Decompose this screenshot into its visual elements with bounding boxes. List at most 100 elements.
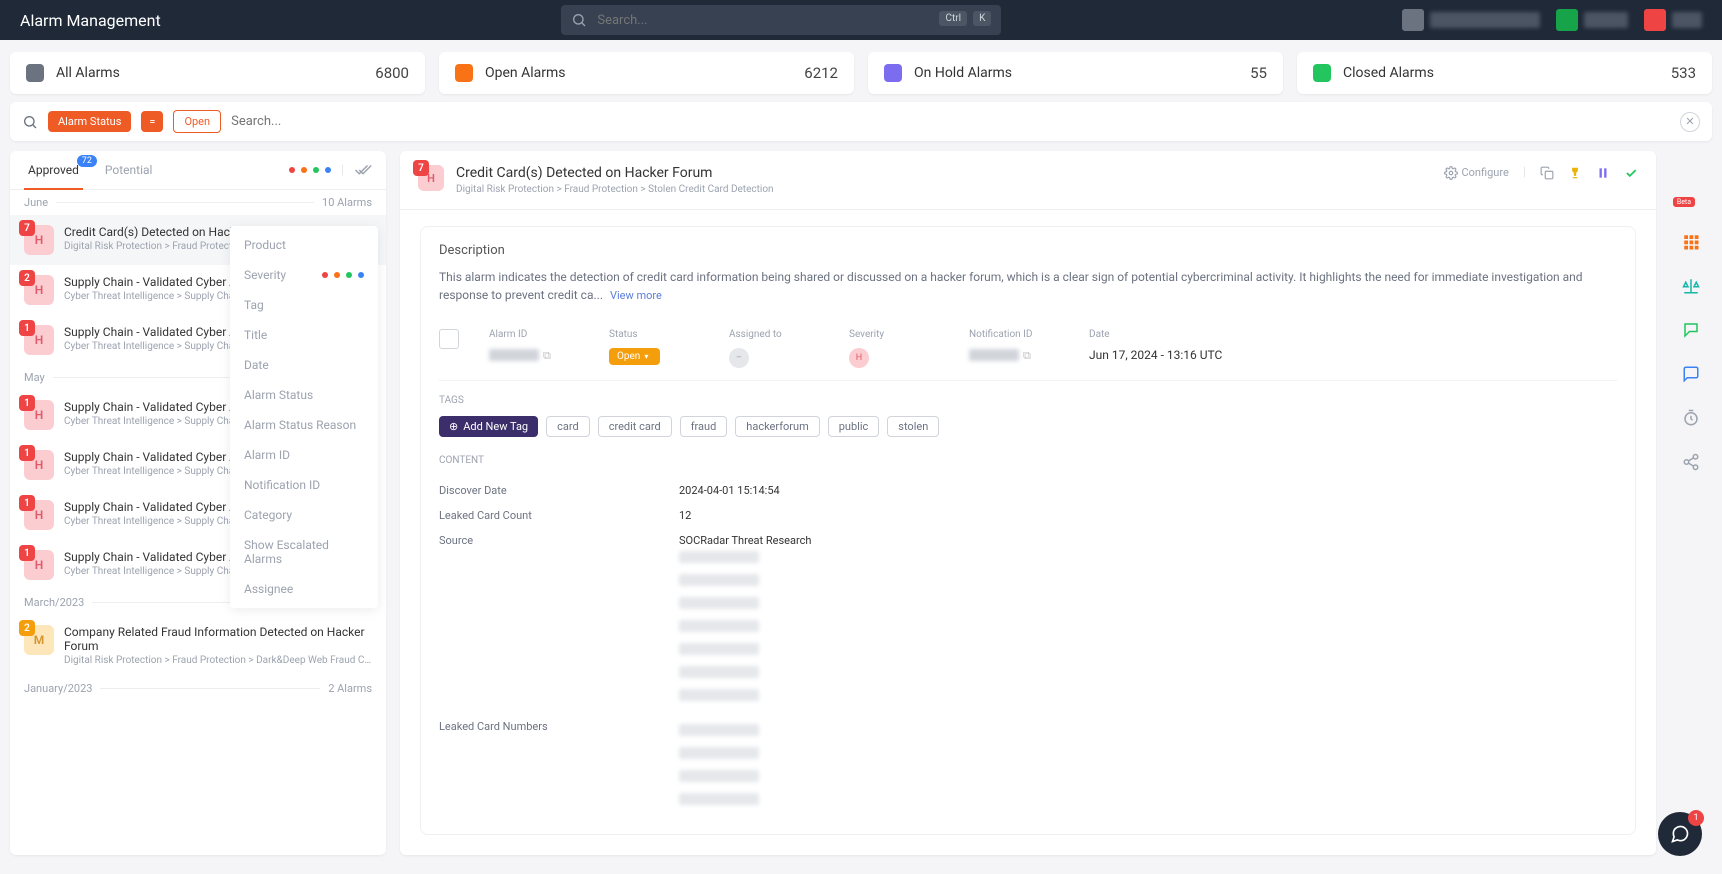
meta-row: Alarm ID⧉ StatusOpen▾ Assigned to– Sever… bbox=[439, 317, 1617, 381]
trophy-icon[interactable] bbox=[1568, 166, 1582, 180]
configure-button[interactable]: Configure bbox=[1444, 166, 1509, 180]
tag-chip[interactable]: credit card bbox=[598, 416, 672, 437]
tag-chip[interactable]: fraud bbox=[680, 416, 728, 437]
select-alarm-checkbox[interactable] bbox=[439, 329, 459, 349]
stat-label: All Alarms bbox=[56, 65, 363, 81]
copy-icon[interactable]: ⧉ bbox=[543, 349, 551, 362]
content-section: CONTENT Discover Date 2024-04-01 15:14:5… bbox=[439, 447, 1617, 818]
help-fab[interactable]: 1 bbox=[1658, 812, 1702, 856]
view-more-link[interactable]: View more bbox=[610, 289, 662, 302]
global-search[interactable]: CtrlK bbox=[561, 5, 1001, 35]
chat-icon[interactable] bbox=[1682, 365, 1700, 383]
broadcast-icon[interactable] bbox=[1682, 321, 1700, 339]
status-avatar[interactable] bbox=[1556, 9, 1578, 31]
check-icon[interactable] bbox=[1624, 166, 1638, 180]
beta-badge: Beta bbox=[1673, 197, 1695, 207]
severity-badge: 2M bbox=[24, 625, 54, 655]
severity-badge: 1H bbox=[24, 450, 54, 480]
severity-filter-dots[interactable] bbox=[289, 167, 331, 173]
content-value bbox=[679, 720, 759, 812]
plus-icon: ⊕ bbox=[449, 420, 458, 433]
pause-icon[interactable] bbox=[1596, 166, 1610, 180]
detail-actions: Configure | bbox=[1444, 165, 1639, 180]
content-row: Leaked Card Count 12 bbox=[439, 503, 1617, 528]
detail-path: Digital Risk Protection > Fraud Protecti… bbox=[456, 184, 1432, 195]
alarm-list-item[interactable]: 2M Company Related Fraud Information Det… bbox=[10, 615, 386, 676]
description-text: This alarm indicates the detection of cr… bbox=[439, 268, 1617, 305]
content-row: Discover Date 2024-04-01 15:14:54 bbox=[439, 478, 1617, 503]
dropdown-item[interactable]: Severity bbox=[230, 260, 378, 290]
dropdown-item[interactable]: Tag bbox=[230, 290, 378, 320]
search-shortcut: CtrlK bbox=[939, 11, 991, 26]
dropdown-item[interactable]: Category bbox=[230, 500, 378, 530]
stat-count: 55 bbox=[1250, 64, 1267, 82]
stat-color-icon bbox=[455, 64, 473, 82]
filter-field-chip[interactable]: Alarm Status bbox=[48, 111, 131, 132]
list-section-header: June10 Alarms bbox=[10, 190, 386, 215]
topbar-right bbox=[1402, 9, 1702, 31]
clear-filter-button[interactable]: ✕ bbox=[1680, 112, 1700, 132]
dropdown-item[interactable]: Alarm ID bbox=[230, 440, 378, 470]
search-icon bbox=[571, 12, 587, 28]
clock-icon[interactable] bbox=[1682, 409, 1700, 427]
detail-pane: 7 H Credit Card(s) Detected on Hacker Fo… bbox=[400, 151, 1656, 855]
date-value: Jun 17, 2024 - 13:16 UTC bbox=[1089, 348, 1617, 362]
org-avatar[interactable] bbox=[1402, 9, 1424, 31]
content-row: Leaked Card Numbers bbox=[439, 714, 1617, 818]
stat-card[interactable]: On Hold Alarms 55 bbox=[868, 52, 1283, 94]
list-section-header: January/20232 Alarms bbox=[10, 676, 386, 701]
tag-chip[interactable]: hackerforum bbox=[735, 416, 819, 437]
tab-approved[interactable]: Approved72 bbox=[24, 151, 83, 189]
add-tag-button[interactable]: ⊕Add New Tag bbox=[439, 416, 538, 437]
filter-value-chip[interactable]: Open bbox=[173, 110, 221, 133]
content-value: 2024-04-01 15:14:54 bbox=[679, 484, 780, 497]
share-icon[interactable] bbox=[1682, 453, 1700, 471]
item-title: Company Related Fraud Information Detect… bbox=[64, 625, 372, 653]
content-key: Leaked Card Numbers bbox=[439, 720, 679, 812]
tag-chip[interactable]: public bbox=[828, 416, 880, 437]
status-dropdown[interactable]: Open▾ bbox=[609, 348, 660, 365]
content-key: Source bbox=[439, 534, 679, 708]
dropdown-item[interactable]: Assignee bbox=[230, 574, 378, 604]
user-avatar[interactable] bbox=[1644, 9, 1666, 31]
stat-label: Closed Alarms bbox=[1343, 65, 1659, 81]
stat-label: On Hold Alarms bbox=[914, 65, 1238, 81]
tag-chip[interactable]: stolen bbox=[887, 416, 939, 437]
severity-badge: 1H bbox=[24, 550, 54, 580]
mark-all-icon[interactable] bbox=[354, 161, 372, 179]
dropdown-item[interactable]: Notification ID bbox=[230, 470, 378, 500]
stat-card[interactable]: Open Alarms 6212 bbox=[439, 52, 854, 94]
item-path: Digital Risk Protection > Fraud Protecti… bbox=[64, 655, 372, 666]
assignee-avatar[interactable]: – bbox=[729, 348, 749, 368]
dropdown-item[interactable]: Show Escalated Alarms bbox=[230, 530, 378, 574]
filter-operator-chip[interactable]: = bbox=[141, 111, 163, 132]
stat-color-icon bbox=[1313, 64, 1331, 82]
filter-input[interactable] bbox=[231, 114, 1670, 129]
stat-count: 6212 bbox=[804, 64, 838, 82]
dropdown-item[interactable]: Title bbox=[230, 320, 378, 350]
approved-count-badge: 72 bbox=[77, 155, 97, 167]
stat-card[interactable]: Closed Alarms 533 bbox=[1297, 52, 1712, 94]
copy-icon[interactable]: ⧉ bbox=[1023, 349, 1031, 362]
search-input[interactable] bbox=[561, 5, 1001, 35]
notification-id-value bbox=[969, 349, 1019, 361]
list-body: June10 Alarms 7H Credit Card(s) Detected… bbox=[10, 190, 386, 855]
stat-card[interactable]: All Alarms 6800 bbox=[10, 52, 425, 94]
scale-icon[interactable] bbox=[1682, 277, 1700, 295]
tab-potential[interactable]: Potential bbox=[101, 151, 157, 189]
grid-icon[interactable] bbox=[1682, 233, 1700, 251]
content-value: 12 bbox=[679, 509, 691, 522]
dropdown-item[interactable]: Alarm Status Reason bbox=[230, 410, 378, 440]
right-rail: Beta bbox=[1670, 151, 1712, 855]
severity-badge: H bbox=[849, 348, 869, 368]
tag-chip[interactable]: card bbox=[546, 416, 590, 437]
dropdown-item[interactable]: Alarm Status bbox=[230, 380, 378, 410]
topbar: Alarm Management CtrlK bbox=[0, 0, 1722, 40]
alarm-id-value bbox=[489, 349, 539, 361]
fab-count: 1 bbox=[1688, 810, 1704, 826]
dropdown-item[interactable]: Date bbox=[230, 350, 378, 380]
content-key: Discover Date bbox=[439, 484, 679, 497]
detail-header: 7 H Credit Card(s) Detected on Hacker Fo… bbox=[400, 151, 1656, 210]
dropdown-item[interactable]: Product bbox=[230, 230, 378, 260]
copy-icon[interactable] bbox=[1540, 166, 1554, 180]
